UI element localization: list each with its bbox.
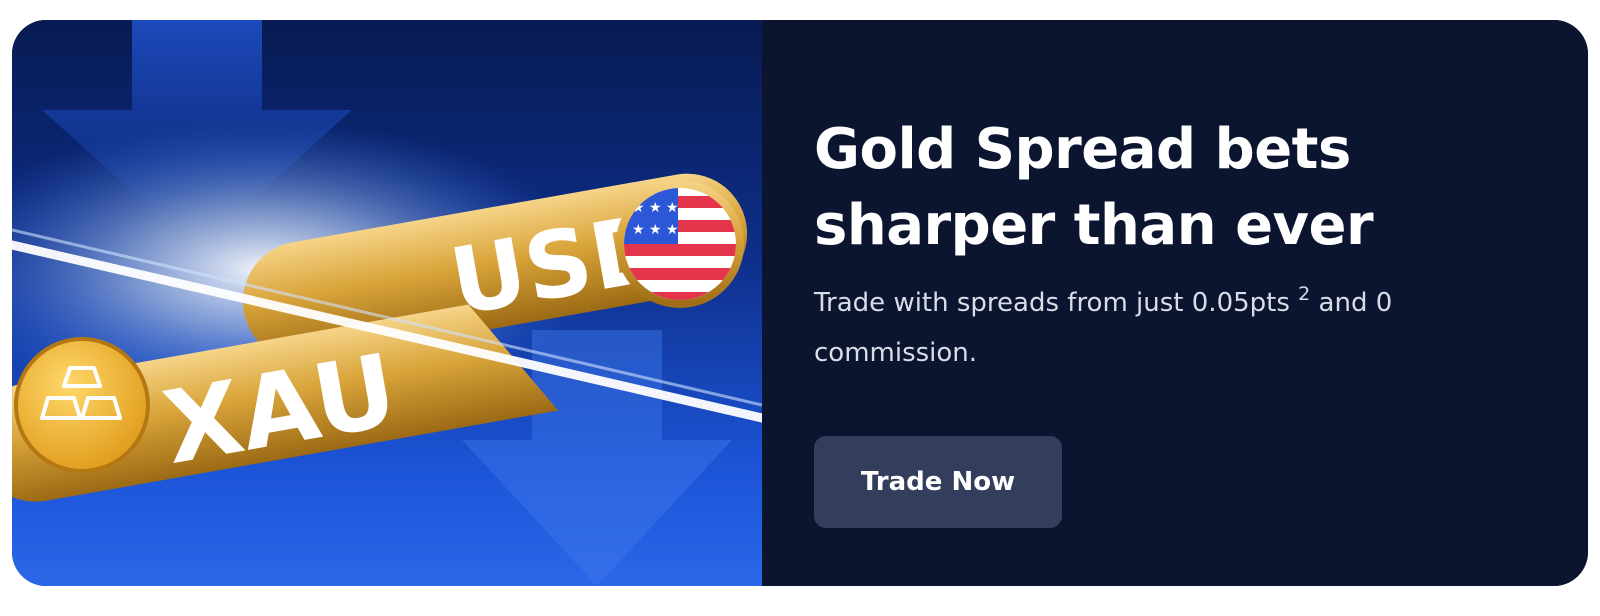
promo-banner: USD ★ ★ ★ ★ ★ ★ XAU Gold Spread bets sha… <box>12 20 1588 586</box>
us-flag-icon: ★ ★ ★ ★ ★ ★ <box>616 180 744 308</box>
subtext-before: Trade with spreads from just 0.05pts <box>814 288 1299 318</box>
banner-subtext: Trade with spreads from just 0.05pts 2 a… <box>814 278 1514 378</box>
headline-line-2: sharper than ever <box>814 193 1374 258</box>
svg-text:★ ★ ★: ★ ★ ★ <box>632 222 679 238</box>
footnote-marker: 2 <box>1298 283 1311 305</box>
banner-headline: Gold Spread bets sharper than ever <box>814 112 1534 264</box>
headline-line-1: Gold Spread bets <box>814 117 1351 182</box>
trade-now-button[interactable]: Trade Now <box>814 436 1062 528</box>
hero-image: USD ★ ★ ★ ★ ★ ★ XAU <box>12 20 762 586</box>
hero-illustration: USD ★ ★ ★ ★ ★ ★ XAU <box>12 20 762 586</box>
banner-content: Gold Spread bets sharper than ever Trade… <box>762 20 1588 586</box>
gold-bars-icon <box>14 337 150 473</box>
